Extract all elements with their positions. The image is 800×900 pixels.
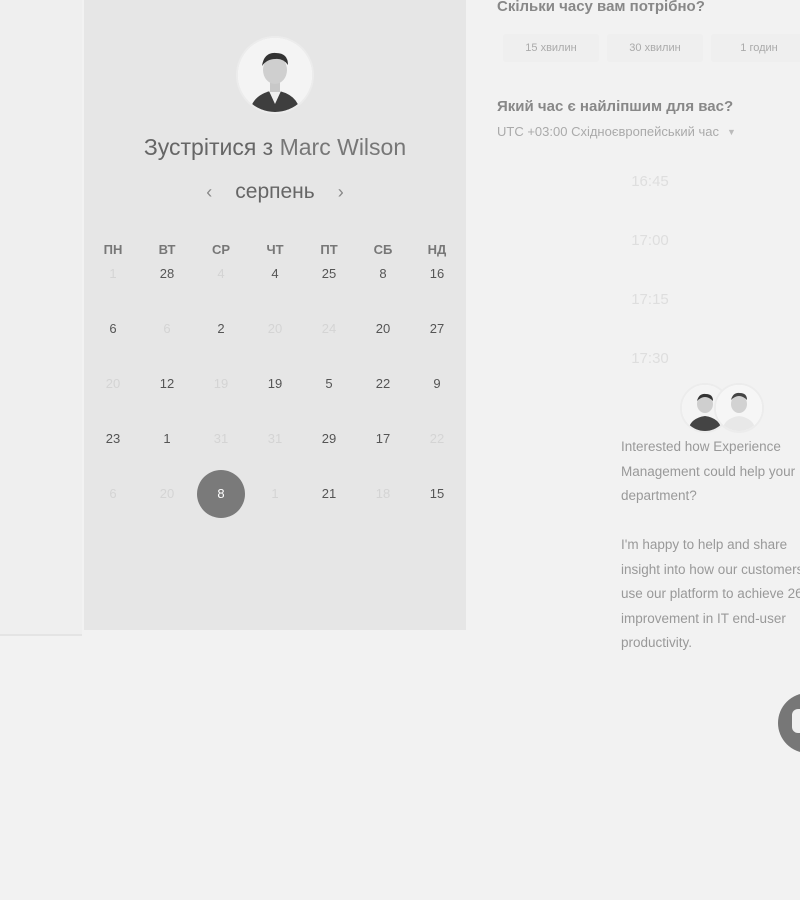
message-line: productivity. — [621, 635, 693, 650]
host-avatar — [238, 38, 312, 112]
calendar-day[interactable]: 25 — [302, 262, 356, 286]
calendar-day: 20 — [159, 486, 175, 501]
calendar-day[interactable]: 23 — [86, 427, 140, 451]
weekday-label: СР — [211, 242, 231, 257]
time-slot[interactable]: 16:45 — [580, 165, 720, 199]
chat-launcher-button[interactable] — [778, 693, 800, 753]
duration-question: Скільки часу вам потрібно? — [497, 0, 705, 15]
meeting-title: Зустрітися з Marc Wilson — [84, 134, 466, 161]
weekday-label: ПТ — [320, 242, 338, 257]
message-line: Interested how Experience — [621, 439, 781, 454]
calendar-day: 20 — [267, 321, 283, 336]
meeting-title-prefix: Зустрітися з — [143, 134, 274, 160]
calendar-day: 20 — [105, 376, 121, 391]
calendar-day: 22 — [429, 431, 445, 446]
calendar-day[interactable]: 22 — [356, 372, 410, 396]
calendar-day-selected[interactable]: 8 — [197, 470, 245, 518]
left-panel — [0, 0, 82, 636]
weekday-label: СБ — [373, 242, 393, 257]
time-slot[interactable]: 17:15 — [580, 283, 720, 317]
message-body: I'm happy to help and share insight into… — [621, 533, 800, 656]
team-avatar — [714, 383, 764, 433]
calendar-day[interactable]: 16 — [410, 262, 464, 286]
timezone-label: UTC +03:00 Східноєвропейський час — [497, 124, 719, 139]
calendar-week-row: 6 6 2 20 24 20 27 — [86, 317, 464, 341]
duration-options: 15 хвилин 30 хвилин 1 годин — [497, 34, 800, 62]
team-avatars — [680, 383, 764, 433]
message-line: I'm happy to help and share — [621, 537, 788, 552]
calendar-day[interactable]: 9 — [410, 372, 464, 396]
calendar-day[interactable]: 1 — [140, 427, 194, 451]
calendar-day: 19 — [213, 376, 229, 391]
chevron-left-icon[interactable]: ‹ — [199, 182, 219, 203]
weekday-label: ВТ — [158, 242, 176, 257]
calendar-day[interactable]: 28 — [140, 262, 194, 286]
calendar-day: 18 — [375, 486, 391, 501]
calendar-day[interactable]: 19 — [248, 372, 302, 396]
weekday-label: ЧТ — [266, 242, 284, 257]
calendar-day: 6 — [163, 321, 171, 336]
calendar-day[interactable]: 6 — [86, 317, 140, 341]
weekday-header: ПН ВТ СР ЧТ ПТ СБ НД — [86, 242, 464, 257]
message-line: department? — [621, 488, 697, 503]
time-slot[interactable]: 17:00 — [580, 224, 720, 258]
month-navigation: ‹ серпень › — [84, 180, 466, 204]
message-line: insight into how our customers — [621, 561, 800, 577]
time-slot[interactable]: 17:30 — [580, 342, 720, 376]
message-line: improvement in IT end-user — [621, 610, 786, 626]
calendar-week-row: 6 20 8 1 21 18 15 — [86, 470, 464, 518]
message-line: Management could help your — [621, 463, 796, 479]
calendar-day: 1 — [109, 266, 117, 281]
duration-30-button[interactable]: 30 хвилин — [607, 34, 703, 62]
timezone-select[interactable]: UTC +03:00 Східноєвропейський час ▼ — [497, 124, 736, 139]
calendar-day[interactable]: 29 — [302, 427, 356, 451]
duration-15-button[interactable]: 15 хвилин — [503, 34, 599, 62]
calendar-day: 31 — [213, 431, 229, 446]
weekday-label: НД — [427, 242, 447, 257]
calendar-day[interactable]: 4 — [248, 262, 302, 286]
calendar-week-row: 20 12 19 19 5 22 9 — [86, 372, 464, 396]
host-name: Marc Wilson — [279, 134, 407, 160]
weekday-label: ПН — [103, 242, 123, 257]
calendar-day[interactable]: 17 — [356, 427, 410, 451]
time-question: Який час є найліпшим для вас? — [497, 98, 734, 115]
calendar-day: 24 — [321, 321, 337, 336]
calendar-week-row: 23 1 31 31 29 17 22 — [86, 427, 464, 451]
month-label: серпень — [235, 180, 315, 203]
calendar-day[interactable]: 5 — [302, 372, 356, 396]
calendar-week-row: 1 28 4 4 25 8 16 — [86, 262, 464, 286]
calendar-day[interactable]: 21 — [302, 482, 356, 506]
calendar-day: 6 — [109, 486, 117, 501]
calendar-day[interactable]: 27 — [410, 317, 464, 341]
message-line: use our platform to achieve 26 — [621, 586, 800, 601]
calendar-day: 4 — [217, 266, 225, 281]
chat-icon — [792, 709, 800, 733]
calendar-day: 31 — [267, 431, 283, 446]
calendar-day[interactable]: 8 — [356, 262, 410, 286]
calendar-day: 1 — [271, 486, 279, 501]
chevron-right-icon[interactable]: › — [331, 182, 351, 203]
calendar-day[interactable]: 20 — [356, 317, 410, 341]
message-intro: Interested how Experience Management cou… — [621, 435, 800, 509]
calendar-day[interactable]: 15 — [410, 482, 464, 506]
duration-60-button[interactable]: 1 годин — [711, 34, 800, 62]
calendar-day[interactable]: 2 — [194, 317, 248, 341]
calendar-day[interactable]: 12 — [140, 372, 194, 396]
caret-down-icon: ▼ — [726, 126, 736, 137]
